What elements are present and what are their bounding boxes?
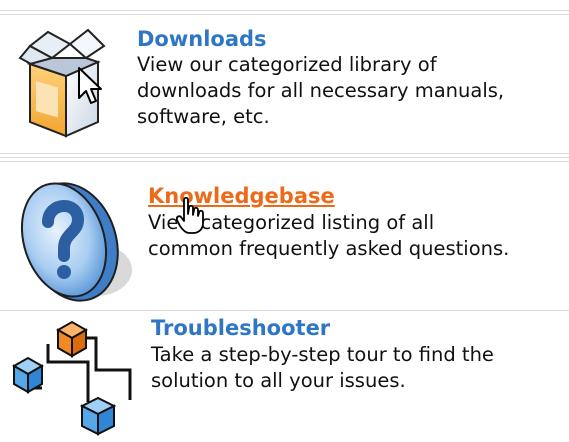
troubleshooter-title-link[interactable]: Troubleshooter	[151, 315, 330, 341]
section-divider	[0, 153, 569, 154]
troubleshooter-description-line-2: solution to all your issues.	[151, 369, 406, 392]
knowledgebase-description-line-2: common frequently asked questions.	[148, 237, 510, 260]
question-icon[interactable]	[14, 168, 134, 313]
knowledgebase-section: Knowledgebase View categorized listing o…	[0, 160, 569, 310]
downloads-description-line-2: downloads for all necessary manuals,	[137, 79, 505, 102]
troubleshooter-section: Troubleshooter Take a step-by-step tour …	[0, 300, 569, 436]
cubes-icon[interactable]	[12, 318, 142, 442]
downloads-description-line-3: software, etc.	[137, 105, 270, 128]
downloads-description-line-1: View our categorized library of	[137, 53, 437, 76]
hand-cursor-icon	[176, 196, 204, 234]
downloads-section: Downloads View our categorized library o…	[0, 0, 569, 150]
downloads-title-link[interactable]: Downloads	[137, 26, 267, 52]
mouse-cursor-icon	[78, 67, 102, 104]
section-divider-2	[0, 157, 569, 158]
troubleshooter-description-line-1: Take a step-by-step tour to find the	[151, 343, 494, 366]
